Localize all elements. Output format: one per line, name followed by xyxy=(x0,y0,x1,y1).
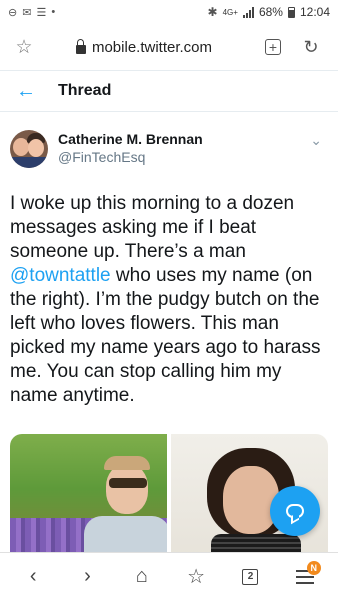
forward-button[interactable]: › xyxy=(65,557,109,597)
network-type: 4G+ xyxy=(222,7,238,17)
reply-bubble-icon xyxy=(286,504,304,518)
add-tab-icon: + xyxy=(265,39,281,55)
clock: 12:04 xyxy=(299,5,330,19)
battery-percent: 68% xyxy=(258,5,283,19)
tabs-count: 2 xyxy=(242,568,259,585)
lock-icon xyxy=(75,38,86,54)
author-handle[interactable]: @FinTechEsq xyxy=(58,149,203,165)
notification-icon: ☰ xyxy=(36,6,47,19)
back-button[interactable]: ‹ xyxy=(11,557,55,597)
chevron-right-icon: › xyxy=(84,565,91,587)
mention-link[interactable]: @towntattle xyxy=(10,265,111,286)
status-right: ✱ 4G+ 68% 12:04 xyxy=(208,5,330,19)
signal-icon xyxy=(242,6,254,18)
bookmark-star-icon[interactable]: ☆ xyxy=(12,36,36,59)
browser-address-bar: ☆ mobile.twitter.com + ↻ xyxy=(0,24,338,70)
mail-icon: ✉ xyxy=(22,6,32,19)
chevron-left-icon: ‹ xyxy=(29,565,37,587)
home-icon: ⌂ xyxy=(135,565,148,587)
do-not-disturb-icon: ⊖ xyxy=(8,6,18,19)
new-tab-button[interactable]: + xyxy=(258,32,288,62)
tweet-photo-left[interactable] xyxy=(10,434,167,556)
status-left-icons: ⊖ ✉ ☰ • xyxy=(8,6,55,19)
bookmark-star-list-icon: ☆ xyxy=(187,566,206,588)
tweet-text-part1: I woke up this morning to a dozen messag… xyxy=(10,193,295,262)
reload-icon: ↻ xyxy=(303,36,319,57)
bookmarks-button[interactable]: ☆ xyxy=(174,557,218,597)
tabs-button[interactable]: 2 xyxy=(228,557,272,597)
home-button[interactable]: ⌂ xyxy=(120,557,164,597)
url-field[interactable]: mobile.twitter.com xyxy=(46,38,242,56)
tweet-text-part2: who uses my name (on the right). I’m the… xyxy=(10,265,321,406)
bluetooth-icon: ✱ xyxy=(207,5,218,19)
author-name[interactable]: Catherine M. Brennan xyxy=(58,131,203,147)
status-bar: ⊖ ✉ ☰ • ✱ 4G+ 68% 12:04 xyxy=(0,0,338,24)
browser-bottom-nav: ‹ › ⌂ ☆ 2 N xyxy=(0,552,338,600)
chevron-down-icon[interactable]: ⌄ xyxy=(310,132,322,149)
url-text: mobile.twitter.com xyxy=(91,38,213,56)
author-info: Catherine M. Brennan @FinTechEsq xyxy=(58,131,203,165)
tweet-text: I woke up this morning to a dozen messag… xyxy=(10,192,328,408)
dot-icon: • xyxy=(51,6,56,18)
page-title: Thread xyxy=(58,82,112,99)
reload-button[interactable]: ↻ xyxy=(296,32,326,62)
battery-icon xyxy=(287,6,295,18)
reply-button[interactable] xyxy=(270,486,320,536)
menu-button[interactable]: N xyxy=(283,557,327,597)
back-arrow-icon[interactable]: ← xyxy=(16,80,40,103)
tweet-author-row: Catherine M. Brennan @FinTechEsq ⌄ xyxy=(10,130,328,168)
thread-header: ← Thread xyxy=(0,70,338,112)
avatar[interactable] xyxy=(10,130,48,168)
menu-badge: N xyxy=(306,560,321,575)
